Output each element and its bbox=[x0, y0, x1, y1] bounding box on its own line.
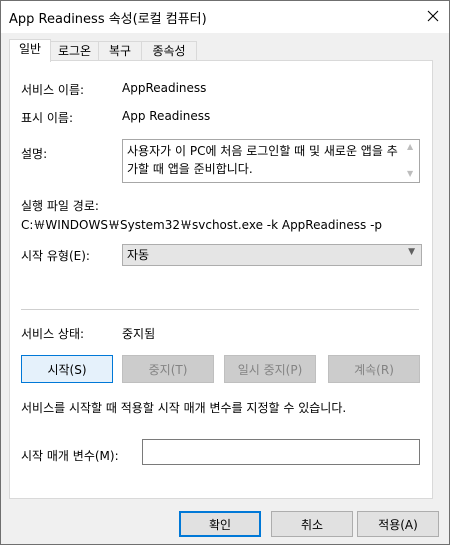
cancel-button[interactable]: 취소 bbox=[271, 511, 353, 537]
apply-button[interactable]: 적용(A) bbox=[357, 511, 439, 537]
startup-type-label: 시작 유형(E): bbox=[21, 249, 90, 263]
tab-recovery[interactable]: 복구 bbox=[98, 41, 142, 60]
start-params-help: 서비스를 시작할 때 적용할 시작 매개 변수를 지정할 수 있습니다. bbox=[21, 401, 347, 415]
service-name-value: AppReadiness bbox=[122, 81, 207, 95]
service-status-value: 중지됨 bbox=[122, 327, 156, 341]
description-scrollbar[interactable]: ▲ ▼ bbox=[403, 140, 419, 182]
tab-general[interactable]: 일반 bbox=[9, 39, 51, 62]
display-name-value: App Readiness bbox=[122, 109, 211, 123]
start-params-label: 시작 매개 변수(M): bbox=[21, 449, 119, 463]
close-icon bbox=[427, 10, 439, 22]
exe-path-value: C:￦WINDOWS￦System32￦svchost.exe -k AppRe… bbox=[21, 218, 383, 232]
description-text: 사용자가 이 PC에 처음 로그인할 때 및 새로운 앱을 추가할 때 앱을 준… bbox=[127, 144, 398, 176]
start-button[interactable]: 시작(S) bbox=[21, 355, 113, 383]
tab-logon[interactable]: 로그온 bbox=[50, 41, 99, 60]
description-box[interactable]: 사용자가 이 PC에 처음 로그인할 때 및 새로운 앱을 추가할 때 앱을 준… bbox=[122, 139, 420, 183]
resume-button[interactable]: 계속(R) bbox=[328, 355, 420, 383]
exe-path-label: 실행 파일 경로: bbox=[21, 199, 99, 213]
scroll-down-icon[interactable]: ▼ bbox=[407, 169, 413, 178]
tab-dependencies[interactable]: 종속성 bbox=[141, 41, 197, 60]
start-params-input[interactable] bbox=[142, 439, 420, 465]
service-name-label: 서비스 이름: bbox=[21, 83, 85, 97]
title-bar: App Readiness 속성(로컬 컴퓨터) bbox=[1, 1, 449, 33]
display-name-label: 표시 이름: bbox=[21, 111, 74, 125]
close-button[interactable] bbox=[417, 1, 449, 31]
chevron-down-icon: ▼ bbox=[408, 247, 415, 257]
description-label: 설명: bbox=[21, 147, 48, 161]
properties-window: App Readiness 속성(로컬 컴퓨터) 일반 로그온 복구 종속성 서… bbox=[0, 0, 450, 545]
service-status-label: 서비스 상태: bbox=[21, 327, 85, 341]
ok-button[interactable]: 확인 bbox=[179, 511, 261, 537]
pause-button[interactable]: 일시 중지(P) bbox=[224, 355, 316, 383]
scroll-up-icon[interactable]: ▲ bbox=[407, 142, 413, 151]
startup-type-value: 자동 bbox=[127, 248, 150, 262]
startup-type-select[interactable]: 자동 ▼ bbox=[122, 244, 422, 266]
stop-button[interactable]: 중지(T) bbox=[122, 355, 214, 383]
window-title: App Readiness 속성(로컬 컴퓨터) bbox=[9, 12, 207, 27]
divider bbox=[21, 309, 419, 310]
general-panel: 서비스 이름: AppReadiness 표시 이름: App Readines… bbox=[9, 60, 433, 499]
